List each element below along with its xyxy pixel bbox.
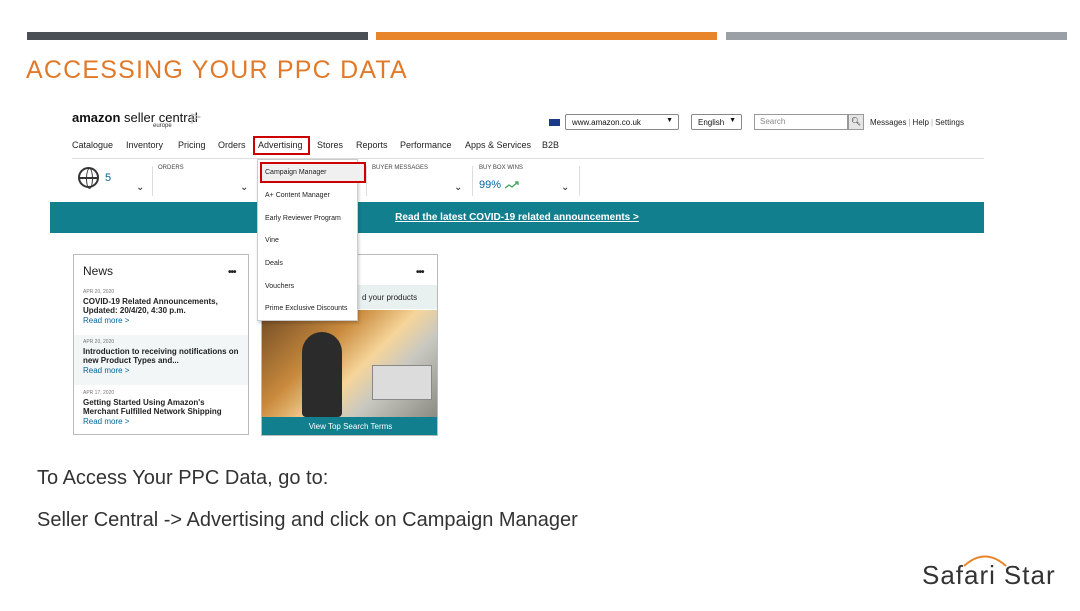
metric-divider (152, 166, 153, 196)
menu-prime-exclusive-discounts[interactable]: Prime Exclusive Discounts (265, 305, 347, 312)
caret-down-icon: ▼ (666, 117, 673, 124)
news-item[interactable]: APR 17, 2020 Getting Started Using Amazo… (74, 386, 248, 426)
language-select[interactable]: English ▼ (691, 114, 742, 130)
advertising-dropdown: Campaign Manager A+ Content Manager Earl… (257, 159, 366, 321)
card-photo (262, 310, 437, 417)
nav-pricing[interactable]: Pricing (178, 140, 206, 150)
seller-central-screenshot: amazon seller central europe www.amazon.… (50, 100, 985, 445)
top-bar-orange (376, 32, 717, 40)
nav-performance[interactable]: Performance (400, 140, 452, 150)
flag-icon[interactable] (190, 113, 202, 125)
settings-link[interactable]: Settings (935, 118, 964, 127)
more-options-icon[interactable]: ••• (228, 267, 236, 278)
buybox-label: BUY BOX WINS (479, 165, 523, 171)
instruction-line-2: Seller Central -> Advertising and click … (37, 509, 578, 531)
news-title: News (83, 264, 114, 278)
trend-up-icon (505, 181, 519, 189)
menu-early-reviewer[interactable]: Early Reviewer Program (265, 215, 341, 222)
menu-campaign-manager[interactable]: Campaign Manager (265, 169, 326, 176)
chevron-down-icon[interactable]: ⌄ (561, 182, 569, 193)
card-text-fragment: d your products (362, 293, 418, 302)
news-item[interactable]: APR 20, 2020 COVID-19 Related Announceme… (74, 285, 248, 325)
uk-flag-icon (549, 119, 560, 126)
buybox-value: 99% (479, 179, 502, 191)
nav-stores[interactable]: Stores (317, 140, 343, 150)
chevron-down-icon[interactable]: ⌄ (136, 182, 144, 193)
help-link[interactable]: Help (913, 118, 929, 127)
chevron-down-icon[interactable]: ⌄ (240, 182, 248, 193)
nav-divider (72, 158, 984, 159)
caret-down-icon: ▼ (729, 117, 736, 124)
menu-vouchers[interactable]: Vouchers (265, 283, 294, 290)
more-options-icon[interactable]: ••• (416, 267, 424, 278)
covid-link[interactable]: Read the latest COVID-19 related announc… (395, 212, 639, 223)
top-links: Messages | Help | Settings (870, 118, 964, 127)
person-image (302, 332, 342, 417)
nav-catalogue[interactable]: Catalogue (72, 140, 113, 150)
nav-inventory[interactable]: Inventory (126, 140, 163, 150)
marketplace-select[interactable]: www.amazon.co.uk ▼ (565, 114, 679, 130)
top-bar-grey (726, 32, 1067, 40)
globe-count: 5 (105, 172, 112, 184)
safari-star-logo: Safari Star (922, 560, 1056, 590)
menu-a-plus-content[interactable]: A+ Content Manager (265, 192, 330, 199)
news-item[interactable]: APR 20, 2020 Introduction to receiving n… (74, 335, 248, 385)
menu-vine[interactable]: Vine (265, 237, 279, 244)
logo-region: europe (153, 123, 172, 129)
chevron-down-icon[interactable]: ⌄ (454, 182, 462, 193)
search-icon: 🔍︎ (850, 117, 862, 126)
search-input[interactable]: Search (754, 114, 848, 130)
nav-reports[interactable]: Reports (356, 140, 388, 150)
slide-title: ACCESSING YOUR PPC DATA (26, 56, 408, 84)
buyer-messages-label: BUYER MESSAGES (372, 165, 429, 171)
metric-divider (579, 166, 580, 196)
amazon-logo[interactable]: amazon seller central (72, 110, 198, 125)
advertising-highlight (253, 136, 310, 155)
nav-b2b[interactable]: B2B (542, 140, 559, 150)
laptop-image (372, 365, 432, 400)
nav-orders[interactable]: Orders (218, 140, 246, 150)
messages-link[interactable]: Messages (870, 118, 906, 127)
metric-divider (472, 166, 473, 196)
view-top-search-terms-button[interactable]: View Top Search Terms (262, 417, 437, 435)
orders-label: ORDERS (158, 165, 184, 171)
instruction-line-1: To Access Your PPC Data, go to: (37, 467, 329, 489)
news-card: News ••• APR 20, 2020 COVID-19 Related A… (73, 254, 249, 435)
metric-divider (366, 166, 367, 196)
top-bar-dark (27, 32, 368, 40)
search-button[interactable]: 🔍︎ (848, 114, 864, 130)
globe-icon[interactable] (78, 167, 99, 189)
menu-deals[interactable]: Deals (265, 260, 283, 267)
nav-apps-services[interactable]: Apps & Services (465, 140, 531, 150)
covid-banner: Read the latest COVID-19 related announc… (50, 202, 984, 233)
